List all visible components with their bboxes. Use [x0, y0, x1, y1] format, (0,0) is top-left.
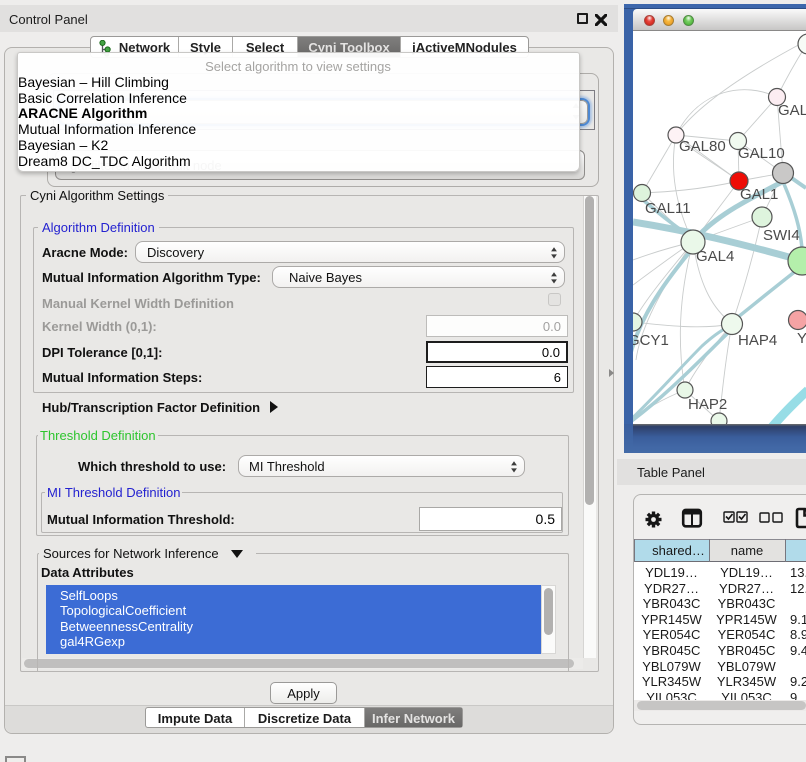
svg-text:HAP2: HAP2 — [688, 396, 727, 413]
svg-text:GAL1: GAL1 — [740, 186, 778, 203]
svg-text:GAL4: GAL4 — [696, 248, 734, 265]
svg-text:SWI4: SWI4 — [763, 227, 800, 244]
svg-text:GAL80: GAL80 — [679, 138, 726, 155]
svg-text:Y: Y — [797, 330, 806, 347]
svg-text:HAP4: HAP4 — [738, 332, 777, 349]
svg-text:GAL10: GAL10 — [738, 145, 785, 162]
svg-text:GAL11: GAL11 — [645, 200, 691, 217]
svg-text:GAL7: GAL7 — [778, 102, 806, 119]
svg-text:GCY1: GCY1 — [633, 332, 669, 349]
